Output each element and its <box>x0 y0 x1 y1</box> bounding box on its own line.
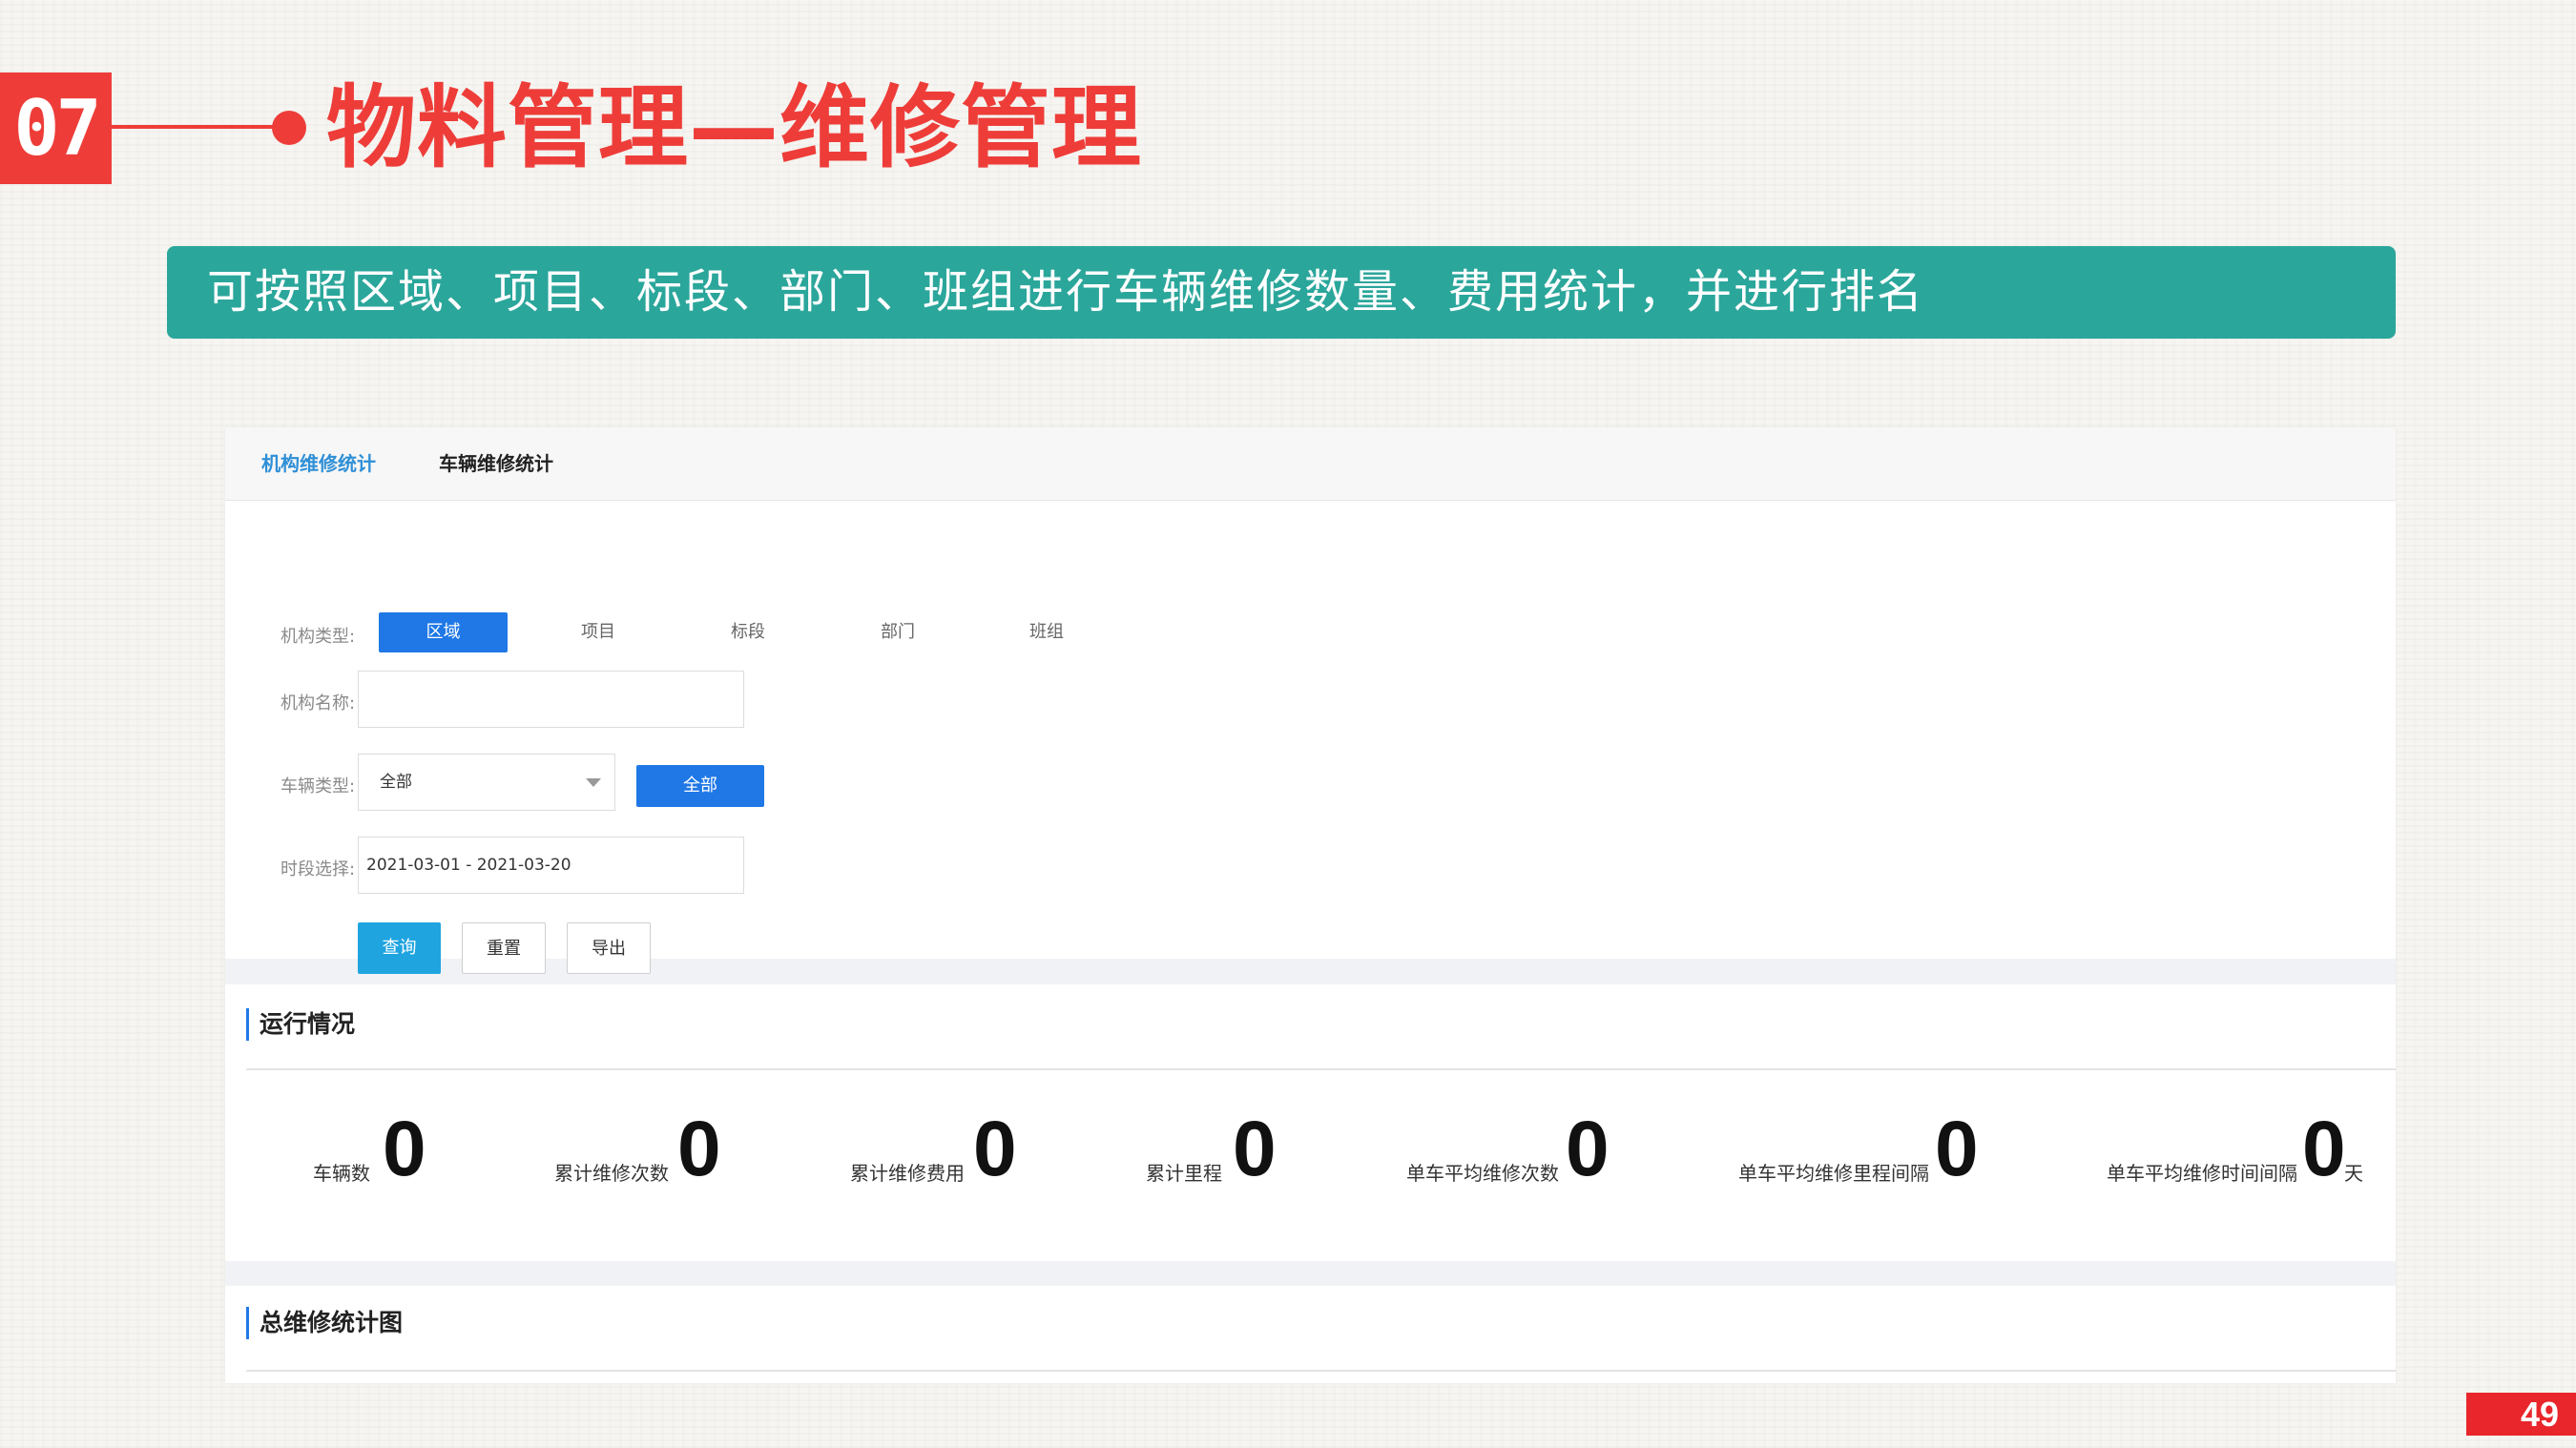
slide-title: 物料管理—维修管理 <box>326 76 1143 180</box>
stat-label-avg-time-interval: 单车平均维修时间间隔 <box>2107 1162 2297 1185</box>
org-type-label: 机构类型: <box>280 627 356 647</box>
section-connector-dot <box>272 111 306 145</box>
stat-value-total-mileage: 0 <box>1233 1106 1277 1192</box>
operation-panel-title: 运行情况 <box>246 1008 355 1041</box>
stat-label-avg-repairs: 单车平均维修次数 <box>1406 1162 1559 1185</box>
chart-divider <box>246 1370 2396 1372</box>
org-type-option-department[interactable]: 部门 <box>845 612 950 652</box>
stat-label-vehicle-count: 车辆数 <box>313 1162 370 1185</box>
chart-panel-title: 总维修统计图 <box>246 1307 403 1339</box>
stat-label-total-cost: 累计维修费用 <box>850 1162 965 1185</box>
period-date-range-input[interactable]: 2021-03-01 - 2021-03-20 <box>358 837 744 894</box>
stat-value-vehicle-count: 0 <box>383 1106 426 1192</box>
org-name-label: 机构名称: <box>280 693 356 714</box>
stat-label-avg-mileage-interval: 单车平均维修里程间隔 <box>1738 1162 1929 1185</box>
org-type-option-project[interactable]: 项目 <box>546 612 651 652</box>
org-type-option-region[interactable]: 区域 <box>379 612 508 652</box>
stat-value-avg-repairs: 0 <box>1566 1106 1610 1192</box>
operation-divider <box>246 1068 2396 1070</box>
tab-vehicle-maintenance-stats[interactable]: 车辆维修统计 <box>439 427 553 500</box>
tab-bar: 机构维修统计 车辆维修统计 <box>225 427 2396 501</box>
org-type-option-team[interactable]: 班组 <box>994 612 1099 652</box>
stat-label-total-repairs: 累计维修次数 <box>554 1162 669 1185</box>
chart-panel: 总维修统计图 <box>225 1286 2396 1383</box>
vehicle-type-label: 车辆类型: <box>280 776 356 796</box>
org-name-input[interactable] <box>358 671 744 728</box>
query-button[interactable]: 查询 <box>358 922 441 974</box>
stat-value-total-repairs: 0 <box>677 1106 721 1192</box>
page-number-badge: 49 <box>2466 1393 2576 1436</box>
stat-unit-days: 天 <box>2344 1162 2363 1185</box>
vehicle-all-button[interactable]: 全部 <box>636 765 764 807</box>
org-type-option-section[interactable]: 标段 <box>696 612 800 652</box>
chevron-down-icon <box>586 778 601 787</box>
stat-value-avg-time-interval: 0 <box>2302 1106 2346 1192</box>
section-connector-line <box>112 125 281 129</box>
banner-text: 可按照区域、项目、标段、部门、班组进行车辆维修数量、费用统计，并进行排名 <box>207 265 1925 319</box>
stat-label-total-mileage: 累计里程 <box>1146 1162 1222 1185</box>
stat-value-total-cost: 0 <box>973 1106 1017 1192</box>
filter-form: 机构类型: 区域 项目 标段 部门 班组 机构名称: 车辆类型: 全部 全部 时… <box>225 501 2396 974</box>
operation-panel: 运行情况 车辆数 0 累计维修次数 0 累计维修费用 0 累计里程 0 单车平均… <box>225 984 2396 1261</box>
vehicle-type-select[interactable]: 全部 <box>358 754 615 811</box>
reset-button[interactable]: 重置 <box>462 922 546 974</box>
description-banner: 可按照区域、项目、标段、部门、班组进行车辆维修数量、费用统计，并进行排名 <box>167 246 2396 339</box>
stat-value-avg-mileage-interval: 0 <box>1935 1106 1979 1192</box>
maintenance-app-window: 机构维修统计 车辆维修统计 机构类型: 区域 项目 标段 部门 班组 机构名称:… <box>225 427 2396 1383</box>
period-label: 时段选择: <box>280 859 356 879</box>
vehicle-type-value: 全部 <box>380 773 412 792</box>
section-number: 07 <box>0 72 112 184</box>
tab-org-maintenance-stats[interactable]: 机构维修统计 <box>261 427 376 500</box>
export-button[interactable]: 导出 <box>567 922 651 974</box>
